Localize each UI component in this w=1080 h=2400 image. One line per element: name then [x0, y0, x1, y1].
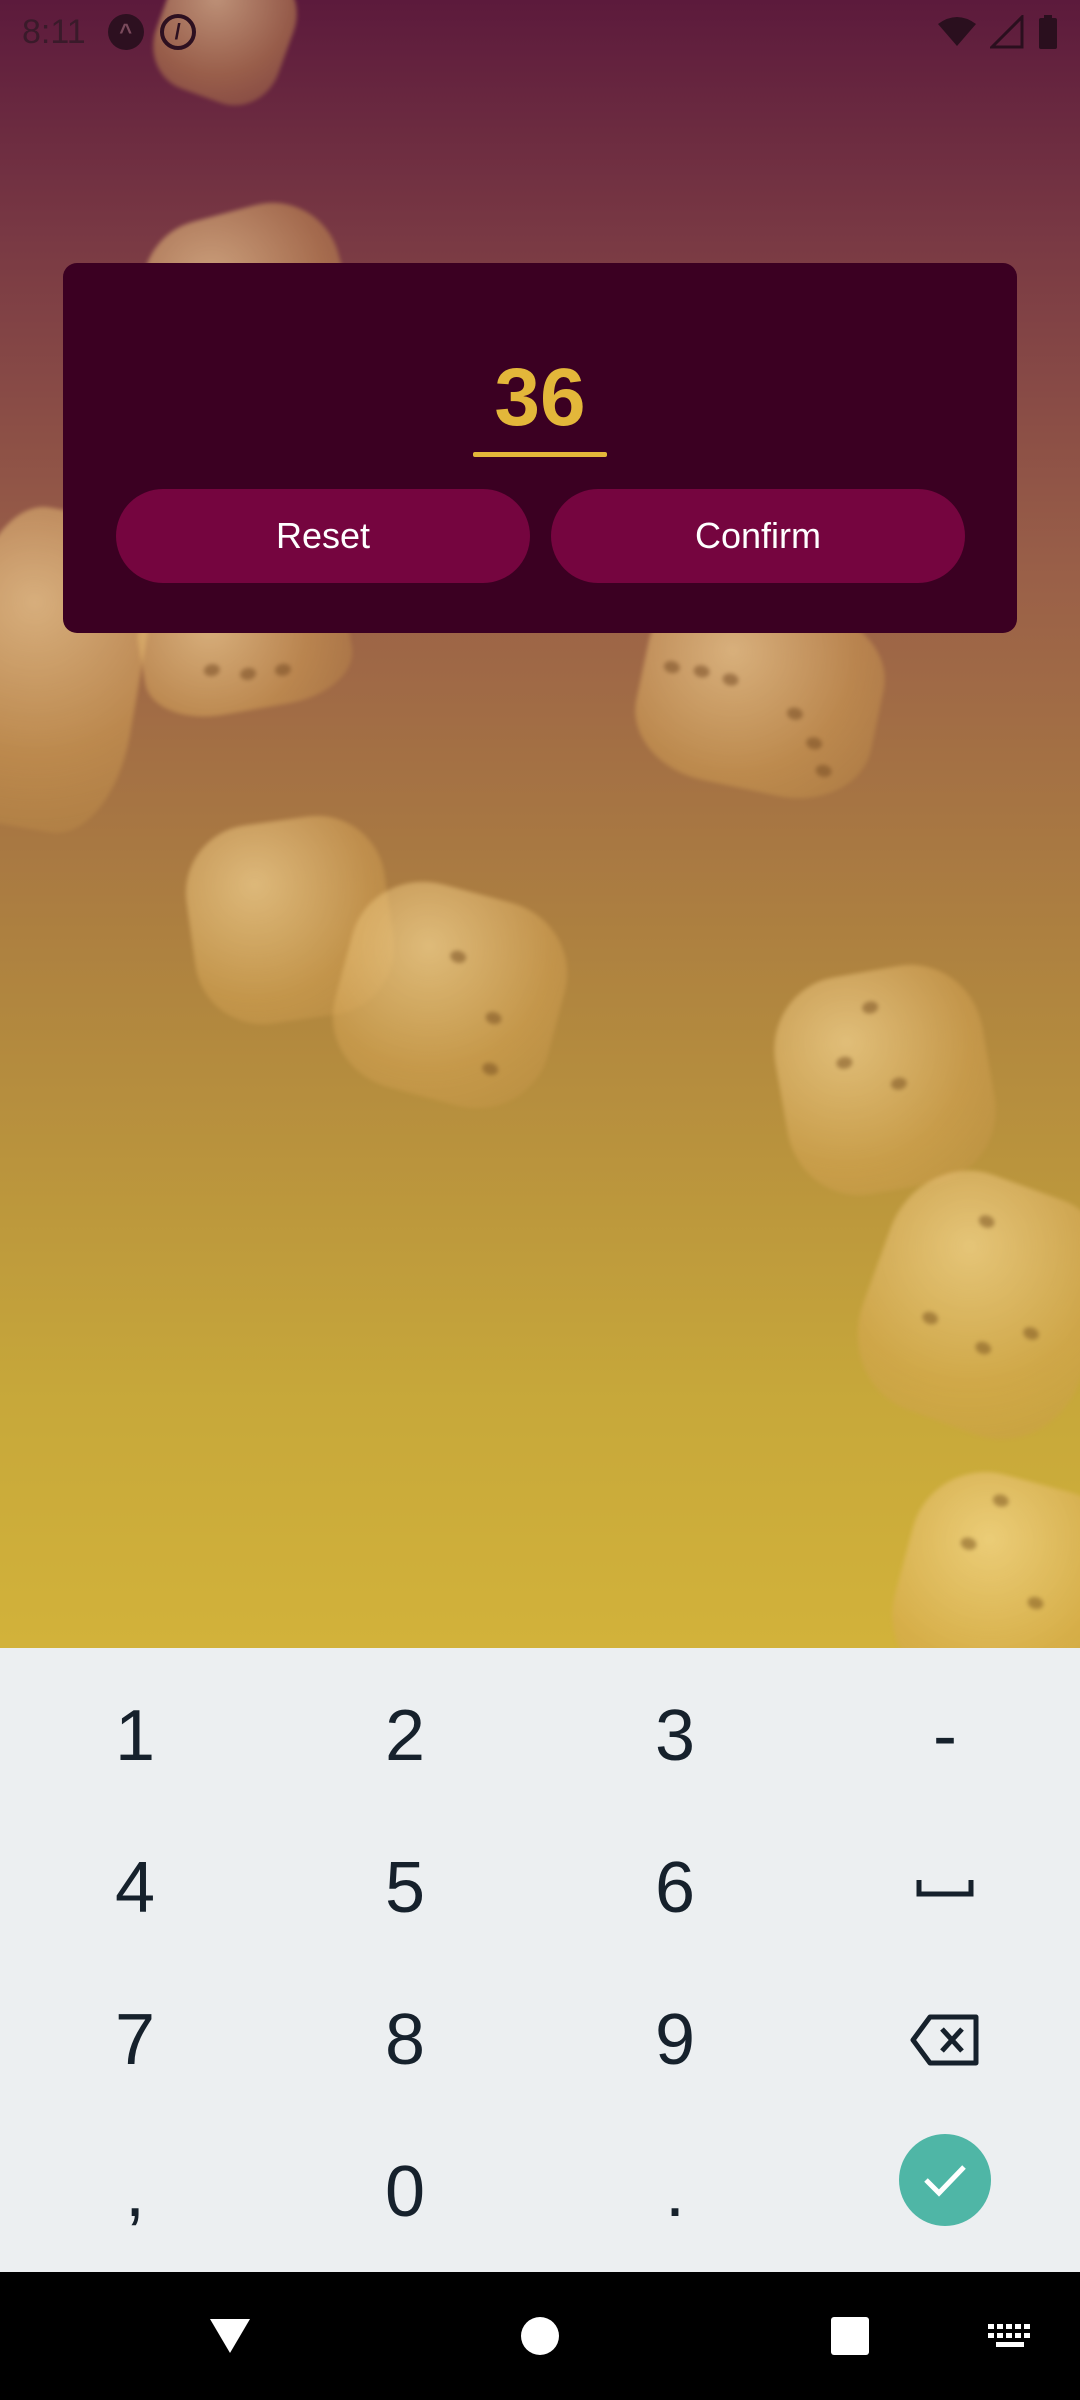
home-icon	[521, 2317, 559, 2355]
keyboard-switch-icon	[988, 2324, 1030, 2347]
die-decoration	[762, 953, 1008, 1207]
die-decoration	[834, 1148, 1080, 1462]
app-background	[0, 0, 1080, 1648]
key-period[interactable]: .	[540, 2116, 810, 2268]
signal-icon	[990, 15, 1024, 49]
keyboard-switch-button[interactable]	[970, 2272, 1050, 2400]
key-6[interactable]: 6	[540, 1812, 810, 1964]
die-decoration	[875, 1455, 1080, 1648]
space-icon	[916, 1880, 974, 1897]
backspace-icon	[910, 2014, 979, 2066]
home-button[interactable]	[490, 2272, 590, 2400]
back-icon	[210, 2319, 250, 2353]
key-9[interactable]: 9	[540, 1964, 810, 2116]
status-time: 8:11	[22, 12, 86, 51]
do-not-disturb-icon: /	[159, 14, 196, 50]
key-minus[interactable]: -	[810, 1660, 1080, 1812]
done-button[interactable]	[899, 2134, 991, 2226]
recents-button[interactable]	[800, 2272, 900, 2400]
checkmark-icon	[924, 2165, 966, 2197]
numeric-keyboard: 1 2 3 - 4 5 6 7 8 9 , 0 .	[0, 1648, 1080, 2272]
number-input-dialog: 36 Reset Confirm	[63, 263, 1017, 633]
backspace-key[interactable]	[810, 1964, 1080, 2116]
done-key[interactable]	[810, 2104, 1080, 2256]
wifi-icon	[938, 17, 976, 46]
key-comma[interactable]: ,	[0, 2116, 270, 2268]
app-notification-icon: ^	[107, 14, 144, 50]
key-8[interactable]: 8	[270, 1964, 540, 2116]
key-1[interactable]: 1	[0, 1660, 270, 1812]
reset-button[interactable]: Reset	[116, 489, 530, 583]
number-input-field[interactable]: 36	[63, 351, 1017, 445]
battery-icon	[1039, 15, 1057, 49]
space-key[interactable]	[810, 1812, 1080, 1964]
recents-icon	[831, 2317, 869, 2355]
navigation-bar	[0, 2272, 1080, 2400]
input-underline	[473, 452, 607, 457]
key-2[interactable]: 2	[270, 1660, 540, 1812]
key-4[interactable]: 4	[0, 1812, 270, 1964]
key-7[interactable]: 7	[0, 1964, 270, 2116]
status-bar: 8:11 ^ /	[0, 0, 1080, 64]
key-0[interactable]: 0	[270, 2116, 540, 2268]
confirm-button[interactable]: Confirm	[551, 489, 965, 583]
back-button[interactable]	[180, 2272, 280, 2400]
key-3[interactable]: 3	[540, 1660, 810, 1812]
key-5[interactable]: 5	[270, 1812, 540, 1964]
